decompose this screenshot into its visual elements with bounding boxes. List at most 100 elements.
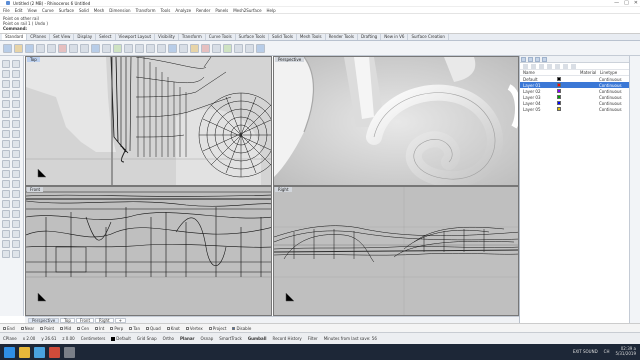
- viewport-top[interactable]: Top: [25, 56, 272, 186]
- freeform-tool-icon[interactable]: [2, 110, 10, 118]
- display-tab-icon[interactable]: [535, 57, 540, 62]
- status-planar[interactable]: Planar: [180, 336, 195, 341]
- menu-panels[interactable]: Panels: [215, 8, 228, 13]
- menu-solid[interactable]: Solid: [79, 8, 89, 13]
- mesh-tool-icon[interactable]: [12, 170, 20, 178]
- analyze-tool-icon[interactable]: [2, 250, 10, 258]
- menu-analyze[interactable]: Analyze: [175, 8, 191, 13]
- array-tool-icon[interactable]: [12, 210, 20, 218]
- fillet-tool-icon[interactable]: [2, 120, 10, 128]
- move-down-icon[interactable]: [555, 64, 560, 69]
- viewport-tab-perspective[interactable]: Perspective: [28, 317, 60, 323]
- viewport-label-front[interactable]: Front: [27, 187, 44, 192]
- trim-tool-icon[interactable]: [2, 220, 10, 228]
- layer-icon[interactable]: [223, 43, 232, 53]
- layers-tab-icon[interactable]: [528, 57, 533, 62]
- new-sublayer-icon[interactable]: [531, 64, 536, 69]
- point-tool-icon[interactable]: [12, 60, 20, 68]
- checkbox-icon[interactable]: [20, 326, 24, 330]
- status-cplane[interactable]: CPlane: [3, 336, 17, 341]
- tab-drafting[interactable]: Drafting: [358, 34, 382, 40]
- join-tool-icon[interactable]: [2, 230, 10, 238]
- copy-tool-icon[interactable]: [12, 190, 20, 198]
- loft-tool-icon[interactable]: [12, 130, 20, 138]
- tab-curve-tools[interactable]: Curve Tools: [206, 34, 236, 40]
- shade-icon[interactable]: [190, 43, 199, 53]
- cut-icon[interactable]: [58, 43, 67, 53]
- move-tool-icon[interactable]: [2, 190, 10, 198]
- osnap-tan[interactable]: Tan: [129, 326, 140, 331]
- layer-linetype[interactable]: Continuous: [599, 95, 622, 100]
- tab-visibility[interactable]: Visibility: [155, 34, 179, 40]
- viewport-tab-right[interactable]: Right: [95, 317, 114, 323]
- menu-curve[interactable]: Curve: [42, 8, 54, 13]
- layer-row[interactable]: Layer 05 Continuous: [520, 106, 629, 112]
- add-viewport-tab-button[interactable]: +: [114, 317, 126, 323]
- browser-icon[interactable]: [34, 346, 45, 358]
- checkbox-icon[interactable]: [232, 326, 236, 330]
- tab-mesh-tools[interactable]: Mesh Tools: [297, 34, 326, 40]
- osnap-disable[interactable]: Disable: [232, 326, 251, 331]
- print-icon[interactable]: [36, 43, 45, 53]
- rectangle-tool-icon[interactable]: [2, 100, 10, 108]
- layer-linetype[interactable]: Continuous: [599, 77, 622, 82]
- layer-color-icon[interactable]: [557, 95, 561, 99]
- menu-help[interactable]: Help: [267, 8, 276, 13]
- osnap-knot[interactable]: Knot: [166, 326, 180, 331]
- layer-settings-icon[interactable]: [571, 64, 576, 69]
- arc-tool-icon[interactable]: [2, 90, 10, 98]
- render-tool-icon[interactable]: [12, 250, 20, 258]
- status-record-history[interactable]: Record History: [272, 336, 301, 341]
- file-explorer-icon[interactable]: [19, 346, 30, 358]
- osnap-int[interactable]: Int: [95, 326, 104, 331]
- tab-cplanes[interactable]: CPlanes: [27, 34, 51, 40]
- command-prompt[interactable]: Command:: [3, 26, 637, 31]
- clock[interactable]: 02:39 a 5/31/2019: [615, 346, 636, 356]
- boolean-tool-icon[interactable]: [2, 170, 10, 178]
- menu-dimension[interactable]: Dimension: [109, 8, 130, 13]
- properties-tab-icon[interactable]: [521, 57, 526, 62]
- select-icon[interactable]: [102, 43, 111, 53]
- close-button[interactable]: ✕: [634, 0, 638, 6]
- status-osnap[interactable]: Osnap: [201, 336, 214, 341]
- lights-icon[interactable]: [212, 43, 221, 53]
- tab-transform[interactable]: Transform: [179, 34, 206, 40]
- rotate-view-icon[interactable]: [124, 43, 133, 53]
- viewport-perspective[interactable]: Perspective: [273, 56, 519, 186]
- checkbox-icon[interactable]: [3, 326, 6, 330]
- tab-surface-tools[interactable]: Surface Tools: [236, 34, 270, 40]
- tab-viewport-layout[interactable]: Viewport Layout: [116, 34, 156, 40]
- maximize-button[interactable]: □: [624, 0, 629, 6]
- layer-color-icon[interactable]: [557, 83, 561, 87]
- layer-color-icon[interactable]: [557, 107, 561, 111]
- select-tool-icon[interactable]: [2, 60, 10, 68]
- menu-view[interactable]: View: [27, 8, 37, 13]
- tab-surface-creation[interactable]: Surface Creation: [408, 34, 449, 40]
- sphere-tool-icon[interactable]: [12, 150, 20, 158]
- checkbox-icon[interactable]: [146, 326, 150, 330]
- paste-icon[interactable]: [80, 43, 89, 53]
- status-ortho[interactable]: Ortho: [163, 336, 174, 341]
- curve-tool-icon[interactable]: [2, 80, 10, 88]
- menu-mesh2surface[interactable]: Mesh2Surface: [233, 8, 261, 13]
- tab-solid-tools[interactable]: Solid Tools: [269, 34, 297, 40]
- zoom-extents-icon[interactable]: [157, 43, 166, 53]
- scale-tool-icon[interactable]: [12, 200, 20, 208]
- open-file-icon[interactable]: [14, 43, 23, 53]
- status-grid-snap[interactable]: Grid Snap: [137, 336, 157, 341]
- layer-linetype[interactable]: Continuous: [599, 89, 622, 94]
- menu-edit[interactable]: Edit: [15, 8, 23, 13]
- mirror-tool-icon[interactable]: [2, 210, 10, 218]
- polyline-tool-icon[interactable]: [12, 70, 20, 78]
- revolve-tool-icon[interactable]: [12, 140, 20, 148]
- osnap-point[interactable]: Point: [40, 326, 54, 331]
- filter-icon[interactable]: [563, 64, 568, 69]
- rotate-tool-icon[interactable]: [2, 200, 10, 208]
- surface-tool-icon[interactable]: [2, 130, 10, 138]
- explode-tool-icon[interactable]: [12, 230, 20, 238]
- checkbox-icon[interactable]: [95, 326, 99, 330]
- checkbox-icon[interactable]: [129, 326, 133, 330]
- options-icon[interactable]: [245, 43, 254, 53]
- import-icon[interactable]: [47, 43, 56, 53]
- pan-icon[interactable]: [113, 43, 122, 53]
